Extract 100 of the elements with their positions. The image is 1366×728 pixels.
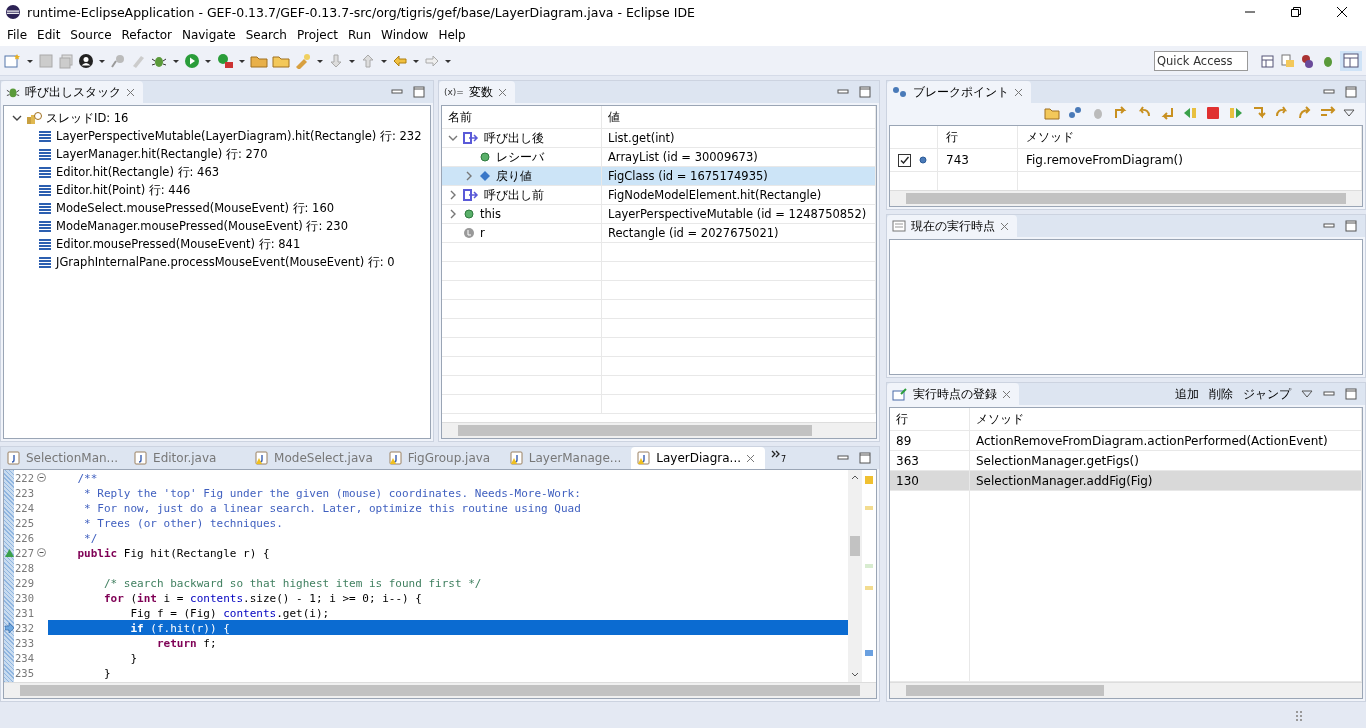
bean-icon[interactable] xyxy=(1300,52,1316,69)
stack-frame[interactable]: ModeSelect.mousePressed(MouseEvent) 行: 160 xyxy=(56,200,335,216)
restore-icon[interactable] xyxy=(1290,6,1302,18)
variable-row[interactable]: 戻り値 FigClass (id = 1675174935) xyxy=(442,167,876,186)
view-menu-icon[interactable] xyxy=(1343,108,1355,118)
person-icon[interactable] xyxy=(78,52,94,69)
resume-icon[interactable] xyxy=(1228,106,1244,120)
menu-item[interactable]: Refactor xyxy=(116,28,177,42)
column-header[interactable]: 行 xyxy=(890,408,970,430)
step-back-icon[interactable] xyxy=(1182,106,1198,120)
scroll-up-icon[interactable] xyxy=(851,474,859,480)
variable-name: r xyxy=(480,226,485,240)
variable-row[interactable]: r Rectangle (id = 2027675021) xyxy=(442,224,876,243)
stack-frame[interactable]: JGraphInternalPane.processMouseEvent(MouseEvent) 行: 0 xyxy=(56,254,395,270)
menu-item[interactable]: Window xyxy=(376,28,434,42)
menu-item[interactable]: Run xyxy=(343,28,377,42)
step-icon[interactable] xyxy=(1113,106,1129,120)
thread-label[interactable]: スレッドID: 16 xyxy=(46,110,129,126)
editor-tab[interactable]: FigGroup.java xyxy=(382,447,504,469)
stack-frame[interactable]: Editor.hit(Point) 行: 446 xyxy=(56,182,191,198)
chevron-icon[interactable] xyxy=(448,209,458,219)
warning-marker[interactable] xyxy=(865,586,873,590)
editor-tab[interactable]: Editor.java xyxy=(128,447,250,469)
action-link[interactable]: 削除 xyxy=(1209,385,1233,403)
occurrence-marker[interactable] xyxy=(865,650,873,656)
stop-icon[interactable] xyxy=(1205,106,1221,120)
menu-item[interactable]: Edit xyxy=(32,28,66,42)
chevron-icon[interactable] xyxy=(448,190,458,200)
close-icon[interactable] xyxy=(1336,6,1348,18)
variable-row[interactable]: 呼び出し後 List.get(int) xyxy=(442,129,876,148)
local-variable-icon xyxy=(463,227,475,239)
variable-row[interactable]: 呼び出し前 FigNodeModelElement.hit(Rectangle) xyxy=(442,186,876,205)
scroll-down-icon[interactable] xyxy=(851,672,859,678)
step-icon[interactable] xyxy=(1297,106,1313,120)
maximize-icon[interactable] xyxy=(859,86,871,98)
stack-frame[interactable]: ModeManager.mousePressed(MouseEvent) 行: 230 xyxy=(56,218,348,234)
horizontal-scrollbar[interactable] xyxy=(442,422,876,438)
view-menu-icon[interactable] xyxy=(1301,389,1313,399)
chevron-icon[interactable] xyxy=(448,133,458,143)
fold-icon[interactable] xyxy=(37,473,46,482)
column-header[interactable]: 行 xyxy=(938,126,1018,148)
run-tool-icon[interactable] xyxy=(216,52,234,69)
variable-name: 呼び出し後 xyxy=(484,130,544,146)
table-row[interactable]: 130 SelectionManager.addFig(Fig) xyxy=(890,471,1362,491)
variable-row[interactable]: this LayerPerspectiveMutable (id = 1248750852) xyxy=(442,205,876,224)
stack-frame[interactable]: Editor.hit(Rectangle) 行: 463 xyxy=(56,164,220,180)
editor-tab[interactable]: SelectionMan... xyxy=(1,447,129,469)
editor-tab[interactable]: LayerDiagra... xyxy=(631,447,766,469)
hidden-tab-count[interactable]: 7 xyxy=(781,455,787,464)
occurrence-marker[interactable] xyxy=(865,564,873,568)
step-icon[interactable] xyxy=(1251,106,1267,120)
step-icon[interactable] xyxy=(1159,106,1175,120)
maximize-icon[interactable] xyxy=(1345,86,1357,98)
maximize-icon[interactable] xyxy=(413,86,425,98)
quick-access-field[interactable]: Quick Access xyxy=(1154,50,1248,71)
column-header[interactable]: 名前 xyxy=(442,106,602,128)
menu-item[interactable]: Navigate xyxy=(176,28,241,42)
menu-item[interactable]: Project xyxy=(291,28,344,42)
panel-title[interactable]: 変数 xyxy=(468,83,493,101)
checkbox[interactable] xyxy=(898,153,911,167)
editor-tab[interactable]: ModeSelect.java xyxy=(249,447,383,469)
fold-icon[interactable] xyxy=(37,548,46,557)
vertical-scrollbar[interactable] xyxy=(848,470,862,682)
perspective-icon[interactable] xyxy=(1260,52,1276,69)
editor-tab[interactable]: LayerManage... xyxy=(503,447,632,469)
menu-item[interactable]: Help xyxy=(433,28,471,42)
variable-name: 戻り値 xyxy=(496,168,532,184)
maximize-icon[interactable] xyxy=(859,452,871,464)
method-result-icon xyxy=(463,189,479,201)
action-link[interactable]: 追加 xyxy=(1175,385,1199,403)
folder-icon[interactable] xyxy=(1044,106,1060,120)
horizontal-scrollbar[interactable] xyxy=(4,682,876,698)
menu-item[interactable]: Search xyxy=(240,28,292,42)
warning-marker[interactable] xyxy=(865,476,873,484)
breakpoint-icon[interactable] xyxy=(1067,106,1083,120)
maximize-icon[interactable] xyxy=(1345,220,1357,232)
annotation-ruler[interactable] xyxy=(4,470,14,682)
horizontal-scrollbar[interactable] xyxy=(890,682,1362,698)
method-result-icon xyxy=(463,132,479,144)
stack-frame[interactable]: LayerPerspectiveMutable(LayerDiagram).hit(Rectangle) 行: 232 xyxy=(56,128,422,144)
code-line: return f; xyxy=(155,636,217,650)
menu-item[interactable]: Source xyxy=(65,28,117,42)
variable-name: レシーバ xyxy=(496,149,544,165)
stack-frame[interactable]: Editor.mousePressed(MouseEvent) 行: 841 xyxy=(56,236,301,252)
double-chevron-icon[interactable] xyxy=(771,449,782,459)
maximize-icon[interactable] xyxy=(1345,388,1357,400)
table-cell: 130 xyxy=(890,471,970,490)
line-number: 232 xyxy=(14,621,35,634)
warning-marker[interactable] xyxy=(865,506,873,510)
chevron-icon[interactable] xyxy=(12,113,22,123)
action-link[interactable]: ジャンプ xyxy=(1243,385,1291,403)
column-header[interactable]: メソッド xyxy=(1018,126,1362,148)
menu-item[interactable]: File xyxy=(2,28,33,42)
scroll-thumb[interactable] xyxy=(850,536,860,556)
stack-frame[interactable]: LayerManager.hit(Rectangle) 行: 270 xyxy=(56,146,268,162)
horizontal-scrollbar[interactable] xyxy=(890,190,1362,206)
table-row[interactable]: 89 ActionRemoveFromDiagram.actionPerformed(ActionEvent) xyxy=(890,431,1362,451)
column-header[interactable]: メソッド xyxy=(970,408,1362,430)
layout-icon[interactable] xyxy=(1340,50,1362,71)
column-header[interactable]: 値 xyxy=(602,106,876,128)
